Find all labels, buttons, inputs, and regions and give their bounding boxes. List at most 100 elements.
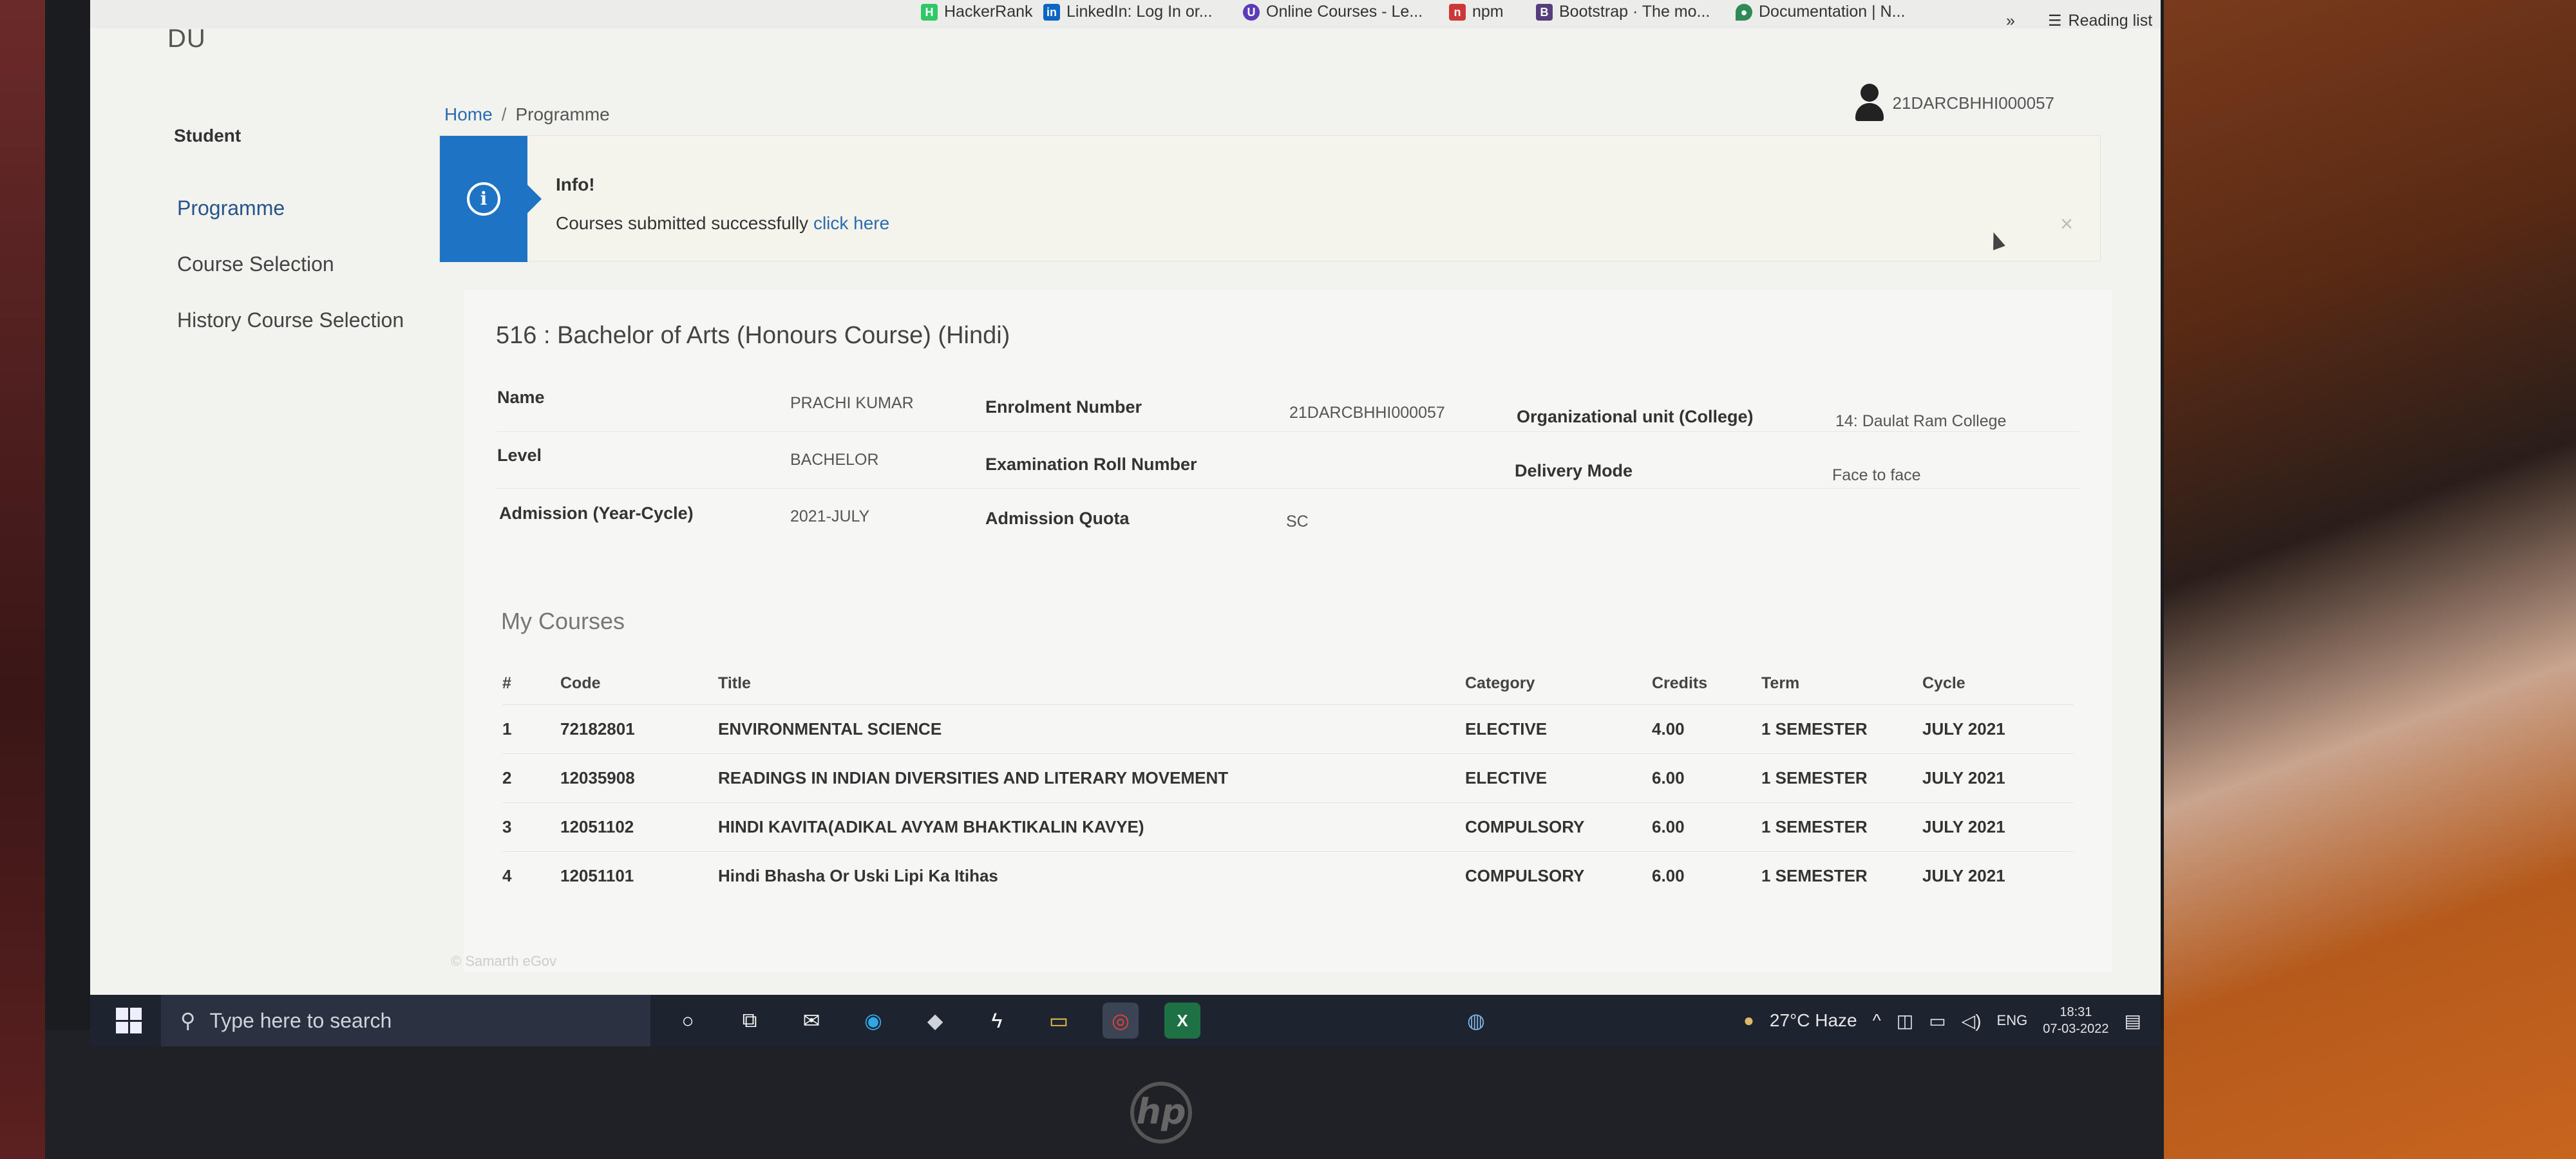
- cortana-icon[interactable]: ○: [670, 1003, 706, 1039]
- hp-logo: hp: [1130, 1082, 1192, 1144]
- dropbox-icon[interactable]: ◆: [917, 1003, 953, 1039]
- sidebar-item-course-selection[interactable]: Course Selection: [177, 252, 334, 276]
- sidebar-item-history-course-selection[interactable]: History Course Selection: [177, 308, 404, 332]
- reading-list-button[interactable]: ☰ Reading list: [2048, 12, 2152, 30]
- course-index: 1: [502, 719, 512, 739]
- column-header-code[interactable]: Code: [560, 663, 718, 704]
- app-brand[interactable]: DU: [167, 24, 206, 53]
- info-alert: i Info! Courses submitted successfully c…: [439, 135, 2101, 262]
- chrome-icon[interactable]: ◎: [1103, 1003, 1139, 1039]
- organizational-unit-label: Organizational unit (College): [1517, 407, 1754, 426]
- info-alert-sidebar: i: [440, 136, 542, 262]
- info-alert-message: Courses submitted successfully click her…: [556, 213, 890, 233]
- background-fabric-left: [0, 0, 52, 1159]
- course-credits: 6.00: [1652, 865, 1685, 885]
- name-label: Name: [497, 388, 545, 407]
- sidebar-item-programme[interactable]: Programme: [177, 196, 285, 220]
- breadcrumb-current: Programme: [515, 104, 610, 124]
- detail-divider: [496, 488, 2080, 489]
- course-code: 12051102: [560, 816, 634, 836]
- mongodb-icon: ●: [1736, 3, 1752, 21]
- programme-title: 516 : Bachelor of Arts (Honours Course) …: [496, 322, 1010, 349]
- bookmarks-overflow-button[interactable]: »: [2006, 12, 2015, 30]
- course-index: 2: [502, 768, 512, 787]
- course-code: 12051101: [560, 865, 634, 885]
- user-menu[interactable]: 21DARCBHHI000057: [1855, 84, 2054, 122]
- course-category: COMPULSORY: [1465, 865, 1585, 885]
- excel-icon[interactable]: X: [1164, 1003, 1200, 1039]
- courses-table: # Code Title Category Credits Term Cycle…: [502, 663, 2074, 900]
- mail-icon[interactable]: ✉: [793, 1003, 829, 1039]
- course-index: 4: [502, 865, 512, 885]
- course-category: COMPULSORY: [1465, 816, 1585, 836]
- taskbar: ⚲ Type here to search ○ ⧉ ✉ ◉ ◆ ϟ ▭ ◎ X …: [90, 995, 2161, 1046]
- table-row: 4 12051101 Hindi Bhasha Or Uski Lipi Ka …: [502, 851, 2074, 900]
- bookmark-coursera[interactable]: U Online Courses - Le...: [1243, 3, 1423, 21]
- course-credits: 6.00: [1652, 816, 1685, 836]
- breadcrumb-home-link[interactable]: Home: [444, 104, 493, 124]
- column-header-term[interactable]: Term: [1761, 663, 1922, 704]
- hackerrank-icon: H: [921, 3, 938, 21]
- course-term: 1 SEMESTER: [1761, 768, 1868, 787]
- course-index: 3: [502, 816, 512, 836]
- my-courses-heading: My Courses: [501, 608, 625, 634]
- delivery-mode-label: Delivery Mode: [1515, 461, 1633, 480]
- column-header-category[interactable]: Category: [1465, 663, 1652, 704]
- info-alert-link[interactable]: click here: [813, 213, 889, 233]
- course-term: 1 SEMESTER: [1761, 719, 1868, 739]
- weather-text[interactable]: 27°C Haze: [1770, 1010, 1857, 1031]
- weather-icon: ●: [1743, 1010, 1754, 1030]
- course-cycle: JULY 2021: [1922, 865, 2005, 885]
- bookmark-bootstrap[interactable]: B Bootstrap · The mo...: [1536, 3, 1710, 21]
- system-tray: ● 27°C Haze ^ ◫ ▭ ◁) ENG 18:31 07-03-202…: [1743, 995, 2141, 1046]
- user-avatar-icon: [1855, 84, 1884, 122]
- name-value: PRACHI KUMAR: [790, 394, 914, 412]
- info-icon: i: [467, 182, 500, 216]
- volume-icon[interactable]: ◁): [1962, 1010, 1982, 1032]
- coursera-icon: U: [1243, 3, 1260, 21]
- clock-date: 07-03-2022: [2043, 1022, 2109, 1036]
- bookmarks-bar: H HackerRank in LinkedIn: Log In or... U…: [90, 0, 2161, 30]
- npm-icon: n: [1449, 3, 1466, 21]
- taskbar-clock[interactable]: 18:31 07-03-2022: [2043, 1004, 2108, 1037]
- column-header-title[interactable]: Title: [718, 663, 1465, 704]
- reading-list-icon: ☰: [2048, 12, 2062, 30]
- bootstrap-icon: B: [1536, 3, 1553, 21]
- column-header-credits[interactable]: Credits: [1652, 663, 1761, 704]
- taskbar-apps: ○ ⧉ ✉ ◉ ◆ ϟ ▭ ◎ X ◍: [670, 995, 1494, 1046]
- column-header-cycle[interactable]: Cycle: [1922, 663, 2074, 704]
- bolt-icon[interactable]: ϟ: [979, 1003, 1015, 1039]
- level-label: Level: [497, 446, 542, 465]
- chevron-up-icon[interactable]: ^: [1873, 1010, 1881, 1031]
- bookmark-documentation[interactable]: ● Documentation | N...: [1736, 3, 1905, 21]
- taskbar-search[interactable]: ⚲ Type here to search: [161, 995, 650, 1046]
- delivery-mode-value: Face to face: [1832, 466, 1921, 484]
- edge-icon[interactable]: ◉: [855, 1003, 891, 1039]
- course-category: ELECTIVE: [1465, 768, 1548, 787]
- organizational-unit-value: 14: Daulat Ram College: [1835, 412, 2007, 430]
- table-row: 1 72182801 ENVIRONMENTAL SCIENCE ELECTIV…: [502, 704, 2074, 753]
- file-explorer-icon[interactable]: ▭: [1041, 1003, 1077, 1039]
- breadcrumb: Home / Programme: [444, 104, 610, 125]
- sidebar-title: Student: [174, 126, 242, 146]
- globe-icon[interactable]: ◍: [1458, 1003, 1494, 1039]
- bookmark-hackerrank[interactable]: H HackerRank: [921, 3, 1033, 21]
- course-term: 1 SEMESTER: [1761, 816, 1868, 836]
- course-credits: 6.00: [1652, 768, 1685, 787]
- bookmark-linkedin[interactable]: in LinkedIn: Log In or...: [1043, 3, 1213, 21]
- column-header-index[interactable]: #: [502, 663, 560, 704]
- task-view-icon[interactable]: ⧉: [732, 1003, 768, 1039]
- bookmark-npm[interactable]: n npm: [1449, 3, 1504, 21]
- info-alert-title: Info!: [556, 174, 595, 194]
- courses-header-row: # Code Title Category Credits Term Cycle: [502, 663, 2074, 704]
- windows-start-icon[interactable]: [116, 1008, 142, 1033]
- battery-icon[interactable]: ▭: [1929, 1010, 1946, 1032]
- close-icon[interactable]: ×: [2060, 212, 2073, 237]
- network-icon[interactable]: ◫: [1897, 1010, 1913, 1032]
- clock-time: 18:31: [2060, 1005, 2092, 1019]
- language-indicator[interactable]: ENG: [1997, 1012, 2028, 1029]
- notifications-icon[interactable]: ▤: [2125, 1010, 2141, 1032]
- taskbar-search-placeholder: Type here to search: [209, 1008, 392, 1032]
- footer-copyright: © Samarth eGov: [451, 953, 557, 969]
- course-credits: 4.00: [1652, 719, 1685, 739]
